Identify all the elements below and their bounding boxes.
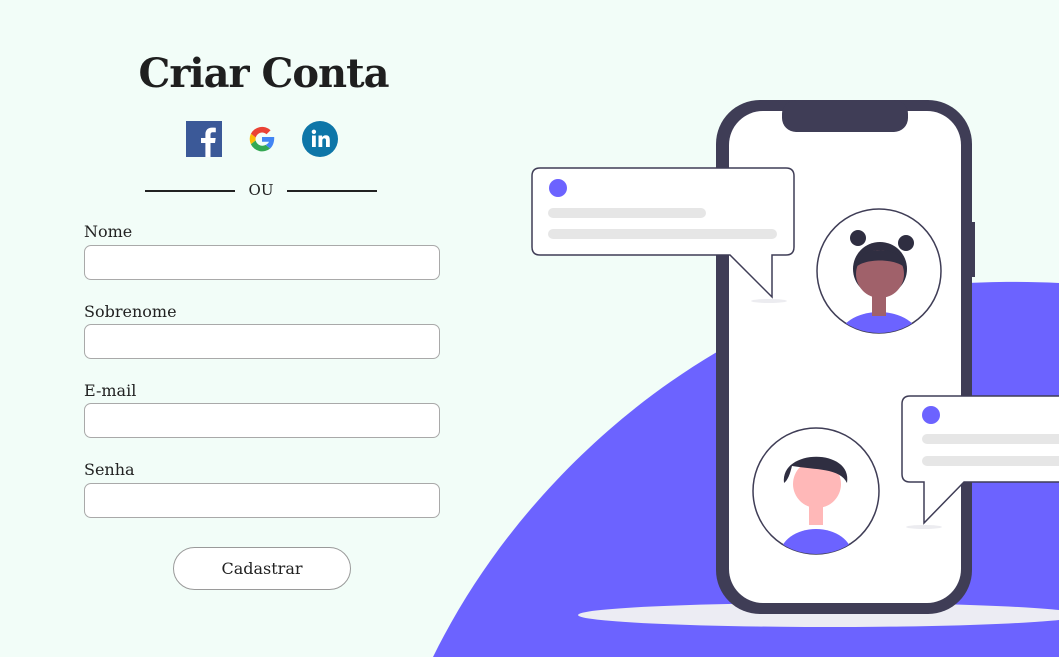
chat-bubble-left bbox=[531, 167, 795, 303]
phone-screen bbox=[729, 111, 961, 603]
or-divider: OU bbox=[145, 180, 377, 200]
avatar-top bbox=[816, 208, 942, 334]
google-icon[interactable] bbox=[244, 121, 280, 157]
register-button[interactable]: Cadastrar bbox=[173, 547, 351, 590]
linkedin-icon[interactable] bbox=[302, 121, 338, 157]
first-name-label: Nome bbox=[84, 222, 133, 241]
phone-shadow bbox=[578, 603, 1059, 627]
avatar-bottom bbox=[752, 427, 880, 555]
password-input[interactable] bbox=[84, 483, 440, 518]
email-label: E-mail bbox=[84, 381, 137, 400]
password-label: Senha bbox=[84, 460, 135, 479]
phone-side-button bbox=[970, 222, 975, 277]
social-login-group bbox=[186, 121, 338, 157]
page-title: Criar Conta bbox=[138, 50, 389, 97]
phone-frame bbox=[716, 100, 972, 614]
phone-notch bbox=[782, 100, 908, 132]
first-name-input[interactable] bbox=[84, 245, 440, 280]
signup-form-panel: Criar Conta OU Nome Sobrenome E-mail Sen… bbox=[0, 0, 530, 657]
last-name-input[interactable] bbox=[84, 324, 440, 359]
email-input[interactable] bbox=[84, 403, 440, 438]
facebook-icon[interactable] bbox=[186, 121, 222, 157]
divider-line-right bbox=[287, 190, 377, 192]
chat-bubble-right bbox=[901, 395, 1059, 529]
last-name-label: Sobrenome bbox=[84, 302, 177, 321]
